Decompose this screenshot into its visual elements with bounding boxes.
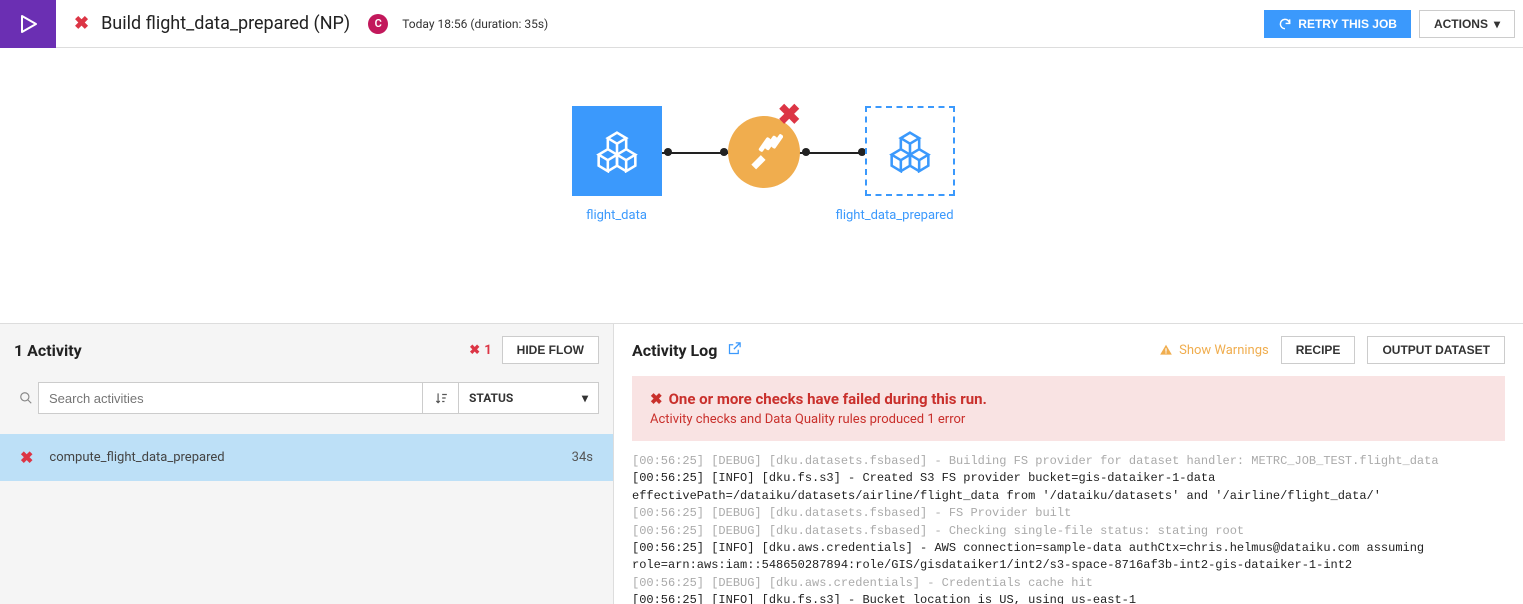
search-activities-input[interactable] — [38, 382, 423, 414]
log-line: [00:56:25] [DEBUG] [dku.datasets.fsbased… — [632, 524, 1244, 538]
flow-canvas[interactable]: flight_data ✖ — [0, 48, 1523, 323]
cubes-icon — [888, 129, 932, 173]
log-line: [00:56:25] [INFO] [dku.aws.credentials] … — [632, 541, 1431, 572]
flow-node-source[interactable]: flight_data — [572, 106, 662, 223]
caret-down-icon: ▾ — [1494, 17, 1500, 31]
run-timestamp: Today 18:56 (duration: 35s) — [402, 17, 548, 31]
lower-pane: 1 Activity ✖ 1 HIDE FLOW STATUS — [0, 323, 1523, 604]
log-line: [00:56:25] [DEBUG] [dku.datasets.fsbased… — [632, 506, 1071, 520]
cubes-icon — [595, 129, 639, 173]
edge-dot — [720, 148, 728, 156]
page-title: Build flight_data_prepared (NP) — [101, 13, 350, 34]
status-label: STATUS — [469, 391, 513, 405]
dataset-icon — [865, 106, 955, 196]
alert-subtitle: Activity checks and Data Quality rules p… — [650, 412, 1487, 427]
dataset-icon — [572, 106, 662, 196]
status-filter-dropdown[interactable]: STATUS — [459, 382, 599, 414]
header-bar: ✖ Build flight_data_prepared (NP) C Toda… — [0, 0, 1523, 48]
log-line: [00:56:25] [DEBUG] [dku.aws.credentials]… — [632, 576, 1093, 590]
sort-icon — [434, 391, 448, 405]
flow-graph: flight_data ✖ — [562, 106, 962, 266]
search-icon — [14, 391, 38, 405]
hide-flow-button[interactable]: HIDE FLOW — [502, 336, 599, 364]
flow-node-target[interactable]: flight_data_prepared — [850, 106, 970, 223]
play-icon — [16, 12, 40, 36]
refresh-icon — [1278, 17, 1292, 31]
output-dataset-button[interactable]: OUTPUT DATASET — [1367, 336, 1505, 364]
activity-name: compute_flight_data_prepared — [49, 450, 571, 465]
activity-row[interactable]: ✖ compute_flight_data_prepared 34s — [0, 434, 613, 481]
activities-filters: STATUS — [0, 376, 613, 420]
activity-log-panel: Activity Log Show Warnings RECIPE OUTPUT… — [614, 324, 1523, 604]
show-warnings-label: Show Warnings — [1179, 343, 1269, 358]
actions-label: ACTIONS — [1434, 17, 1488, 31]
log-line: [00:56:25] [INFO] [dku.fs.s3] - Bucket l… — [632, 593, 1136, 604]
activity-duration: 34s — [572, 450, 593, 465]
title-area: ✖ Build flight_data_prepared (NP) C Toda… — [56, 13, 1264, 34]
log-title-area: Activity Log — [632, 341, 742, 360]
edge-dot — [802, 148, 810, 156]
header-actions: RETRY THIS JOB ACTIONS ▾ — [1264, 10, 1523, 38]
error-alert: ✖ One or more checks have failed during … — [632, 376, 1505, 441]
activity-status-icon: ✖ — [20, 448, 33, 467]
open-log-external-icon[interactable] — [727, 341, 742, 360]
alert-title-row: ✖ One or more checks have failed during … — [650, 390, 1487, 408]
log-title: Activity Log — [632, 341, 717, 360]
actions-dropdown[interactable]: ACTIONS ▾ — [1419, 10, 1515, 38]
show-warnings-link[interactable]: Show Warnings — [1159, 343, 1269, 358]
warning-icon — [1159, 343, 1173, 357]
retry-label: RETRY THIS JOB — [1298, 17, 1397, 31]
activities-panel: 1 Activity ✖ 1 HIDE FLOW STATUS — [0, 324, 614, 604]
log-line: [00:56:25] [DEBUG] [dku.datasets.fsbased… — [632, 454, 1439, 468]
recipe-button[interactable]: RECIPE — [1281, 336, 1356, 364]
retry-job-button[interactable]: RETRY THIS JOB — [1264, 10, 1411, 38]
run-button[interactable] — [0, 0, 56, 48]
status-failed-icon: ✖ — [74, 13, 89, 34]
edge-dot — [664, 148, 672, 156]
sort-button[interactable] — [423, 382, 459, 414]
log-header: Activity Log Show Warnings RECIPE OUTPUT… — [632, 336, 1505, 364]
search-row: STATUS — [14, 382, 599, 414]
recipe-error-icon: ✖ — [778, 98, 801, 131]
activities-title: 1 Activity — [14, 341, 82, 360]
x-icon: ✖ — [469, 343, 480, 358]
activities-header: 1 Activity ✖ 1 HIDE FLOW — [0, 324, 613, 376]
x-icon: ✖ — [650, 390, 663, 408]
failed-count-value: 1 — [484, 343, 491, 358]
log-actions: Show Warnings RECIPE OUTPUT DATASET — [1159, 336, 1505, 364]
failed-count: ✖ 1 — [469, 343, 491, 358]
alert-title-text: One or more checks have failed during th… — [669, 390, 987, 408]
node-label: flight_data — [572, 208, 662, 223]
node-label: flight_data_prepared — [820, 208, 970, 223]
log-output[interactable]: [00:56:25] [DEBUG] [dku.datasets.fsbased… — [632, 453, 1505, 604]
user-avatar[interactable]: C — [368, 14, 388, 34]
prepare-recipe-icon — [745, 133, 783, 171]
log-line: [00:56:25] [INFO] [dku.fs.s3] - Created … — [632, 471, 1381, 502]
activities-header-right: ✖ 1 HIDE FLOW — [469, 336, 599, 364]
